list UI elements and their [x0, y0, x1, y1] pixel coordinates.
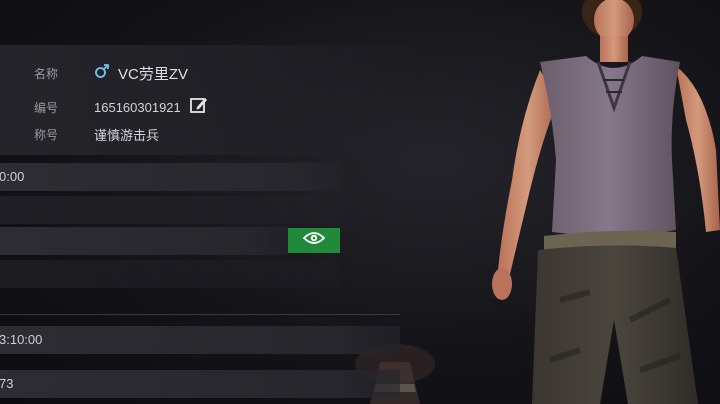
title-row: 称号 谨慎游击兵	[34, 125, 159, 144]
player-id: 165160301921	[94, 100, 181, 115]
name-row: 名称 VC劳里ZV	[34, 63, 188, 84]
info-bar-4	[0, 260, 340, 288]
info-bar-5: 3:10:00	[0, 326, 400, 354]
character-model	[492, 0, 720, 404]
edit-icon[interactable]	[189, 95, 209, 120]
profile-panel: 名称 VC劳里ZV 编号 165160301921 称号 谨慎游击兵	[0, 45, 420, 155]
male-icon	[94, 63, 112, 84]
id-label: 编号	[34, 101, 59, 115]
player-title: 谨慎游击兵	[94, 128, 160, 143]
player-name: VC劳里ZV	[118, 66, 189, 83]
section-divider	[0, 314, 400, 315]
eye-icon	[302, 231, 326, 250]
title-label: 称号	[34, 128, 59, 142]
name-label: 名称	[34, 67, 59, 81]
id-row: 编号 165160301921	[34, 95, 209, 120]
info-bar-1-value: 0:00	[0, 169, 25, 184]
info-bar-5-value: 3:10:00	[0, 332, 43, 347]
info-bar-3	[0, 227, 288, 255]
info-bar-6-value: 73	[0, 376, 14, 391]
info-bar-6: 73	[0, 370, 400, 398]
visibility-toggle-button[interactable]	[288, 228, 340, 253]
info-bar-2	[0, 196, 340, 224]
info-bar-1: 0:00	[0, 163, 340, 191]
